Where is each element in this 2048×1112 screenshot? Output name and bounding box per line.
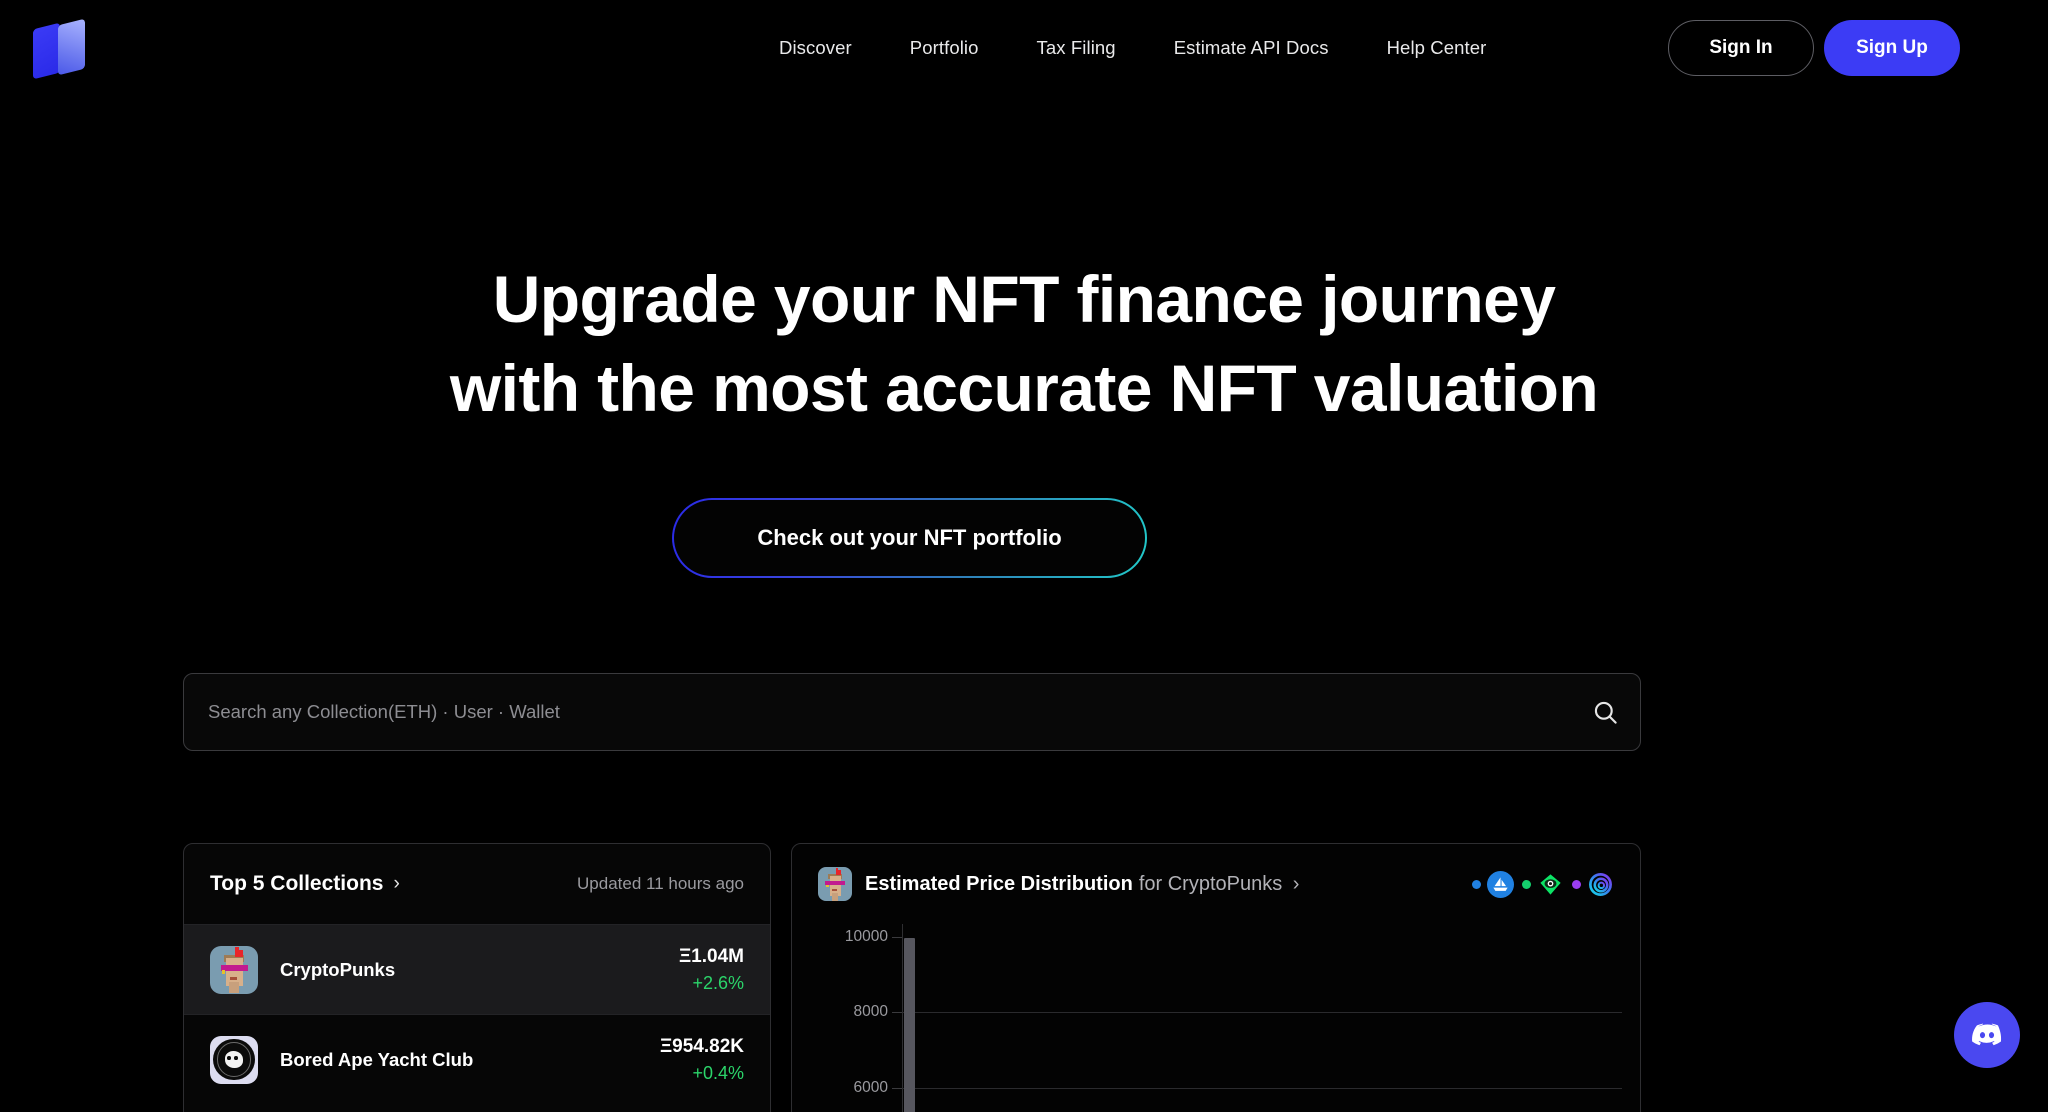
discord-icon (1972, 1023, 2002, 1046)
y-tick-label-6000: 6000 (853, 1079, 888, 1096)
looksrare-dot (1522, 879, 1531, 889)
collection-change: +0.4% (692, 1062, 744, 1083)
price-distribution-plot: 10000 8000 6000 count (792, 924, 1640, 1112)
cta-portfolio-label[interactable]: Check out your NFT portfolio (673, 499, 1146, 577)
grid-line-6000 (902, 1088, 1622, 1089)
collection-change: +2.6% (692, 972, 744, 993)
sailboat-glyph (1493, 876, 1508, 891)
chart-title-main: Estimated Price Distribution (865, 872, 1133, 895)
opensea-dot (1472, 879, 1481, 889)
nav-link-help-center[interactable]: Help Center (1358, 37, 1516, 59)
looksrare-icon (1537, 871, 1564, 898)
histogram-bar[interactable] (904, 938, 915, 1112)
legend-item-blur[interactable] (1572, 871, 1614, 898)
cryptopunks-avatar (818, 867, 852, 901)
sign-up-button[interactable]: Sign Up (1824, 20, 1960, 76)
bayc-avatar (210, 1035, 258, 1084)
collection-price: Ξ954.82K (659, 1035, 744, 1057)
sign-in-button[interactable]: Sign In (1668, 20, 1814, 76)
y-axis-line (902, 924, 903, 1112)
top-navigation-bar: Discover Portfolio Tax Filing Estimate A… (0, 0, 2048, 96)
price-distribution-title-link[interactable]: Estimated Price Distribution for CryptoPu… (818, 867, 1299, 901)
spiral-glyph (1589, 872, 1612, 896)
top-collections-panel: Top 5 Collections › Updated 11 hours ago… (183, 843, 771, 1112)
collection-price: Ξ1.04M (678, 945, 744, 967)
nav-link-estimate-api-docs[interactable]: Estimate API Docs (1145, 37, 1358, 59)
chart-title-subject: for CryptoPunks (1138, 872, 1283, 895)
top-collections-title: Top 5 Collections (210, 872, 384, 895)
collection-row-bayc[interactable]: Bored Ape Yacht Club Ξ954.82K +0.4% (184, 1014, 770, 1104)
hero-title-line-1: Upgrade your NFT finance journey (492, 262, 1556, 336)
collection-values: Ξ954.82K +0.4% (660, 1036, 744, 1084)
logo-shape-right (58, 18, 85, 76)
nav-link-tax-filing[interactable]: Tax Filing (1008, 37, 1145, 59)
collection-row-cryptopunks[interactable]: CryptoPunks Ξ1.04M +2.6% (184, 924, 770, 1014)
search-input[interactable] (184, 674, 1570, 750)
top-collections-title-link[interactable]: Top 5 Collections › (210, 872, 400, 896)
cta-portfolio-button[interactable]: Check out your NFT portfolio (672, 498, 1147, 578)
y-tick-mark (892, 937, 902, 938)
search-submit-button[interactable] (1570, 674, 1640, 750)
cryptopunks-avatar (210, 945, 258, 994)
y-tick-label-8000: 8000 (853, 1003, 888, 1020)
brand-logo[interactable] (33, 18, 89, 80)
logo-shape-left (33, 22, 60, 80)
collections-updated-label: Updated 11 hours ago (577, 874, 744, 893)
opensea-icon (1487, 870, 1514, 898)
price-distribution-header: Estimated Price Distribution for CryptoPu… (792, 844, 1640, 924)
y-tick-mark (892, 1088, 902, 1089)
legend-item-opensea[interactable] (1472, 870, 1514, 898)
blur-icon (1587, 871, 1614, 898)
price-distribution-title: Estimated Price Distribution for CryptoPu… (865, 873, 1299, 896)
chevron-right-icon: › (393, 873, 400, 894)
collection-name: Bored Ape Yacht Club (280, 1048, 474, 1070)
gem-eye-glyph (1540, 873, 1561, 895)
chevron-right-icon: › (1292, 872, 1300, 895)
marketplace-legend (1472, 870, 1614, 898)
legend-item-looksrare[interactable] (1522, 871, 1564, 898)
collection-name: CryptoPunks (280, 958, 396, 980)
nav-actions: Sign In Sign Up (1668, 20, 1960, 76)
collection-values: Ξ1.04M +2.6% (679, 946, 744, 994)
nav-links: Discover Portfolio Tax Filing Estimate A… (750, 0, 1515, 96)
nav-link-portfolio[interactable]: Portfolio (881, 37, 1008, 59)
hero-title-line-2: with the most accurate NFT valuation (449, 351, 1599, 425)
y-tick-label-10000: 10000 (844, 928, 888, 945)
grid-line-8000 (902, 1012, 1622, 1013)
discord-chat-button[interactable] (1954, 1002, 2020, 1068)
y-tick-mark (892, 1012, 902, 1013)
top-collections-header: Top 5 Collections › Updated 11 hours ago (184, 844, 770, 924)
price-distribution-panel: Estimated Price Distribution for CryptoPu… (791, 843, 1641, 1112)
blur-dot (1572, 879, 1581, 889)
nav-link-discover[interactable]: Discover (750, 37, 881, 59)
global-search-bar[interactable] (183, 673, 1641, 751)
hero-section: Upgrade your NFT finance journey with th… (0, 255, 2048, 433)
search-icon (1594, 701, 1617, 724)
